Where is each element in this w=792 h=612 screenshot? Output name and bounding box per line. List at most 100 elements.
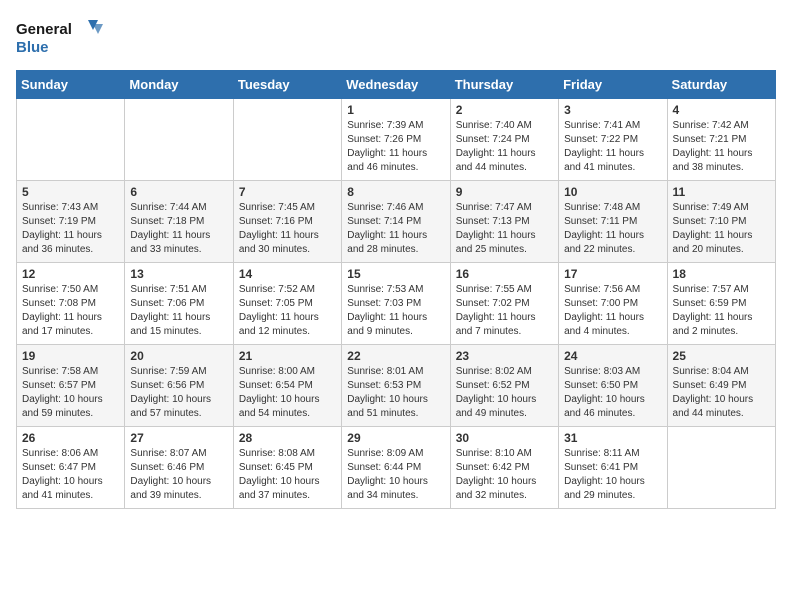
day-number: 17 (564, 267, 661, 281)
day-number: 14 (239, 267, 336, 281)
day-header-wednesday: Wednesday (342, 71, 450, 99)
day-info: Sunrise: 8:10 AM Sunset: 6:42 PM Dayligh… (456, 447, 553, 503)
day-info: Sunrise: 8:07 AM Sunset: 6:46 PM Dayligh… (130, 447, 227, 503)
day-cell: 2Sunrise: 7:40 AM Sunset: 7:24 PM Daylig… (450, 99, 558, 181)
day-cell: 5 Sunrise: 7:43 AM Sunset: 7:19 PM Daylig… (17, 181, 125, 263)
day-cell: 16 Sunrise: 7:55 AM Sunset: 7:02 PM Dayli… (450, 263, 558, 345)
day-cell: 9 Sunrise: 7:47 AM Sunset: 7:13 PM Daylig… (450, 181, 558, 263)
day-header-sunday: Sunday (17, 71, 125, 99)
day-cell: 17 Sunrise: 7:56 AM Sunset: 7:00 PM Dayli… (559, 263, 667, 345)
day-number: 6 (130, 185, 227, 199)
day-cell (233, 99, 341, 181)
day-cell: 21 Sunrise: 8:00 AM Sunset: 6:54 PM Dayli… (233, 345, 341, 427)
day-info: Sunrise: 8:02 AM Sunset: 6:52 PM Dayligh… (456, 365, 553, 421)
day-number: 7 (239, 185, 336, 199)
day-info: Sunrise: 8:06 AM Sunset: 6:47 PM Dayligh… (22, 447, 119, 503)
day-info: Sunrise: 7:58 AM Sunset: 6:57 PM Dayligh… (22, 365, 119, 421)
day-number: 4 (673, 103, 770, 117)
day-cell: 20 Sunrise: 7:59 AM Sunset: 6:56 PM Dayli… (125, 345, 233, 427)
logo: General Blue (16, 16, 106, 58)
day-number: 1 (347, 103, 444, 117)
day-cell: 27 Sunrise: 8:07 AM Sunset: 6:46 PM Dayli… (125, 427, 233, 509)
calendar-table: SundayMondayTuesdayWednesdayThursdayFrid… (16, 70, 776, 509)
day-info: Sunrise: 7:41 AM Sunset: 7:22 PM Dayligh… (564, 119, 661, 175)
day-header-tuesday: Tuesday (233, 71, 341, 99)
day-cell: 18 Sunrise: 7:57 AM Sunset: 6:59 PM Dayli… (667, 263, 775, 345)
day-info: Sunrise: 7:48 AM Sunset: 7:11 PM Dayligh… (564, 201, 661, 257)
day-number: 30 (456, 431, 553, 445)
day-info: Sunrise: 7:53 AM Sunset: 7:03 PM Dayligh… (347, 283, 444, 339)
day-info: Sunrise: 8:11 AM Sunset: 6:41 PM Dayligh… (564, 447, 661, 503)
day-cell: 22 Sunrise: 8:01 AM Sunset: 6:53 PM Dayli… (342, 345, 450, 427)
days-header-row: SundayMondayTuesdayWednesdayThursdayFrid… (17, 71, 776, 99)
day-number: 11 (673, 185, 770, 199)
day-info: Sunrise: 8:00 AM Sunset: 6:54 PM Dayligh… (239, 365, 336, 421)
day-cell: 29 Sunrise: 8:09 AM Sunset: 6:44 PM Dayli… (342, 427, 450, 509)
day-number: 3 (564, 103, 661, 117)
day-number: 13 (130, 267, 227, 281)
day-cell: 28Sunrise: 8:08 AM Sunset: 6:45 PM Dayli… (233, 427, 341, 509)
day-header-thursday: Thursday (450, 71, 558, 99)
day-number: 20 (130, 349, 227, 363)
day-number: 21 (239, 349, 336, 363)
day-number: 27 (130, 431, 227, 445)
day-header-monday: Monday (125, 71, 233, 99)
day-number: 5 (22, 185, 119, 199)
day-header-saturday: Saturday (667, 71, 775, 99)
day-info: Sunrise: 7:42 AM Sunset: 7:21 PM Dayligh… (673, 119, 770, 175)
day-number: 10 (564, 185, 661, 199)
day-number: 15 (347, 267, 444, 281)
day-cell: 6Sunrise: 7:44 AM Sunset: 7:18 PM Daylig… (125, 181, 233, 263)
day-info: Sunrise: 7:59 AM Sunset: 6:56 PM Dayligh… (130, 365, 227, 421)
day-info: Sunrise: 7:55 AM Sunset: 7:02 PM Dayligh… (456, 283, 553, 339)
day-cell: 10 Sunrise: 7:48 AM Sunset: 7:11 PM Dayli… (559, 181, 667, 263)
day-info: Sunrise: 8:04 AM Sunset: 6:49 PM Dayligh… (673, 365, 770, 421)
day-number: 22 (347, 349, 444, 363)
day-number: 28 (239, 431, 336, 445)
day-cell: 26 Sunrise: 8:06 AM Sunset: 6:47 PM Dayli… (17, 427, 125, 509)
day-cell: 13 Sunrise: 7:51 AM Sunset: 7:06 PM Dayli… (125, 263, 233, 345)
week-row-2: 5 Sunrise: 7:43 AM Sunset: 7:19 PM Daylig… (17, 181, 776, 263)
day-number: 9 (456, 185, 553, 199)
day-cell: 19 Sunrise: 7:58 AM Sunset: 6:57 PM Dayli… (17, 345, 125, 427)
day-info: Sunrise: 7:56 AM Sunset: 7:00 PM Dayligh… (564, 283, 661, 339)
day-cell (667, 427, 775, 509)
day-number: 16 (456, 267, 553, 281)
day-cell: 11 Sunrise: 7:49 AM Sunset: 7:10 PM Dayli… (667, 181, 775, 263)
day-cell: 24Sunrise: 8:03 AM Sunset: 6:50 PM Dayli… (559, 345, 667, 427)
day-info: Sunrise: 7:47 AM Sunset: 7:13 PM Dayligh… (456, 201, 553, 257)
week-row-3: 12Sunrise: 7:50 AM Sunset: 7:08 PM Dayli… (17, 263, 776, 345)
day-number: 31 (564, 431, 661, 445)
day-info: Sunrise: 8:09 AM Sunset: 6:44 PM Dayligh… (347, 447, 444, 503)
day-number: 18 (673, 267, 770, 281)
day-number: 19 (22, 349, 119, 363)
day-info: Sunrise: 7:49 AM Sunset: 7:10 PM Dayligh… (673, 201, 770, 257)
day-cell: 30 Sunrise: 8:10 AM Sunset: 6:42 PM Dayli… (450, 427, 558, 509)
day-number: 29 (347, 431, 444, 445)
svg-text:General: General (16, 21, 72, 38)
day-cell: 7Sunrise: 7:45 AM Sunset: 7:16 PM Daylig… (233, 181, 341, 263)
day-info: Sunrise: 7:50 AM Sunset: 7:08 PM Dayligh… (22, 283, 119, 339)
day-info: Sunrise: 7:43 AM Sunset: 7:19 PM Dayligh… (22, 201, 119, 257)
day-header-friday: Friday (559, 71, 667, 99)
day-cell: 23 Sunrise: 8:02 AM Sunset: 6:52 PM Dayli… (450, 345, 558, 427)
day-cell (125, 99, 233, 181)
day-number: 23 (456, 349, 553, 363)
svg-text:Blue: Blue (16, 39, 49, 56)
day-info: Sunrise: 7:46 AM Sunset: 7:14 PM Dayligh… (347, 201, 444, 257)
day-info: Sunrise: 7:52 AM Sunset: 7:05 PM Dayligh… (239, 283, 336, 339)
day-number: 25 (673, 349, 770, 363)
day-number: 8 (347, 185, 444, 199)
week-row-1: 1 Sunrise: 7:39 AM Sunset: 7:26 PM Daylig… (17, 99, 776, 181)
day-number: 26 (22, 431, 119, 445)
day-info: Sunrise: 7:40 AM Sunset: 7:24 PM Dayligh… (456, 119, 553, 175)
day-cell: 4 Sunrise: 7:42 AM Sunset: 7:21 PM Daylig… (667, 99, 775, 181)
day-number: 24 (564, 349, 661, 363)
logo-svg: General Blue (16, 16, 106, 58)
day-cell (17, 99, 125, 181)
day-info: Sunrise: 8:01 AM Sunset: 6:53 PM Dayligh… (347, 365, 444, 421)
day-info: Sunrise: 7:39 AM Sunset: 7:26 PM Dayligh… (347, 119, 444, 175)
day-info: Sunrise: 7:51 AM Sunset: 7:06 PM Dayligh… (130, 283, 227, 339)
day-info: Sunrise: 7:57 AM Sunset: 6:59 PM Dayligh… (673, 283, 770, 339)
day-cell: 8 Sunrise: 7:46 AM Sunset: 7:14 PM Daylig… (342, 181, 450, 263)
